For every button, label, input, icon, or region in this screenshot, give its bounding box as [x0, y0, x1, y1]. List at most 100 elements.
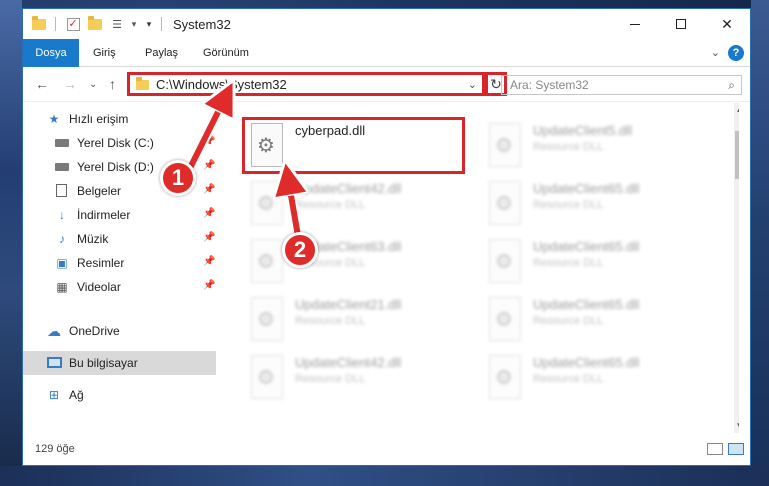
sidebar-item-music[interactable]: ♪ Müzik 📌: [23, 227, 216, 251]
file-item[interactable]: ⚙ UpdateClient5.dll Resource DLL: [485, 121, 715, 171]
forward-arrow-icon[interactable]: →: [63, 76, 77, 92]
file-item[interactable]: ⚙ UpdateClient63.dll Resource DLL: [247, 237, 477, 287]
pin-icon[interactable]: 📌: [203, 184, 215, 195]
videos-icon: ▦: [56, 280, 68, 294]
title-separator: [161, 17, 162, 31]
dll-file-icon: ⚙: [247, 179, 287, 227]
minimize-button[interactable]: [612, 9, 658, 39]
file-item[interactable]: ⚙ UpdateClient65.dll Resource DLL: [485, 353, 715, 403]
file-item[interactable]: ⚙ UpdateClient42.dll Resource DLL: [247, 179, 477, 229]
dll-file-icon: ⚙: [485, 237, 525, 285]
tab-gorunum[interactable]: Görünüm: [191, 39, 261, 67]
navigation-pane: ★ Hızlı erişim Yerel Disk (C:) 📌 Yerel D…: [23, 103, 216, 433]
pin-icon[interactable]: 📌: [203, 208, 215, 219]
file-type: Resource DLL: [533, 257, 604, 269]
file-list: ⚙ cyberpad.dll ⚙ UpdateClient42.dll Reso…: [217, 103, 739, 433]
dll-file-icon: ⚙: [485, 179, 525, 227]
address-path[interactable]: C:\Windows\System32: [156, 77, 287, 92]
file-type: Resource DLL: [295, 373, 366, 385]
file-type: Resource DLL: [295, 315, 366, 327]
file-name: UpdateClient21.dll: [295, 297, 402, 312]
maximize-button[interactable]: [658, 9, 704, 39]
scroll-up-icon[interactable]: ▲: [734, 105, 739, 114]
pictures-icon: ▣: [56, 256, 68, 270]
file-item[interactable]: ⚙ UpdateClient42.dll Resource DLL: [247, 353, 477, 403]
dll-file-icon: ⚙: [485, 121, 525, 169]
file-highlight-box: [242, 117, 465, 174]
file-type: Resource DLL: [533, 315, 604, 327]
dll-file-icon: ⚙: [247, 295, 287, 343]
title-bar: ✓ ☰ ▾ ▾ System32 ✕: [23, 9, 750, 39]
navigation-bar: ← → ⌄ ↑ C:\Windows\System32 ⌄ ↻ Ara: Sys…: [23, 68, 750, 102]
sidebar-item-videos[interactable]: ▦ Videolar 📌: [23, 275, 216, 299]
pin-icon[interactable]: 📌: [203, 136, 215, 147]
file-type: Resource DLL: [533, 141, 604, 153]
sidebar-item-label: Resimler: [77, 256, 125, 270]
dll-file-icon: ⚙: [485, 353, 525, 401]
scroll-down-icon[interactable]: ▼: [734, 421, 739, 430]
file-name: UpdateClient42.dll: [295, 355, 402, 370]
large-icons-view-icon[interactable]: [728, 443, 744, 455]
star-icon: ★: [48, 112, 60, 126]
search-placeholder[interactable]: Ara: System32: [510, 78, 589, 92]
expand-ribbon-icon[interactable]: ⌄: [711, 46, 720, 59]
sidebar-item-label: OneDrive: [69, 324, 120, 338]
pin-icon[interactable]: 📌: [203, 256, 215, 267]
sidebar-item-this-pc[interactable]: Bu bilgisayar: [23, 351, 216, 375]
vertical-scrollbar[interactable]: ▲ ▼: [734, 103, 739, 433]
properties-check-icon[interactable]: ✓: [65, 17, 81, 31]
download-icon: ↓: [59, 208, 65, 222]
back-arrow-icon[interactable]: ←: [35, 76, 49, 92]
pin-icon[interactable]: 📌: [203, 232, 215, 243]
dll-file-icon: ⚙: [247, 353, 287, 401]
tab-giris[interactable]: Giriş: [81, 39, 128, 67]
sidebar-item-quick-access[interactable]: ★ Hızlı erişim: [23, 107, 216, 131]
sidebar-item-drive-c[interactable]: Yerel Disk (C:) 📌: [23, 131, 216, 155]
minimize-icon: [630, 23, 640, 25]
address-folder-icon: [136, 77, 149, 90]
network-icon: ⊞: [48, 388, 60, 402]
desktop-background-right: [751, 0, 769, 486]
close-button[interactable]: ✕: [704, 9, 750, 39]
pin-icon[interactable]: 📌: [203, 160, 215, 171]
status-bar: 129 öğe: [23, 433, 750, 465]
sidebar-item-downloads[interactable]: ↓ İndirmeler 📌: [23, 203, 216, 227]
explorer-window: ✓ ☰ ▾ ▾ System32 ✕ Dosya Giriş Paylaş Gö…: [22, 8, 751, 466]
up-arrow-icon[interactable]: ↑: [109, 76, 116, 92]
sidebar-item-label: Hızlı erişim: [69, 112, 129, 126]
file-type: Resource DLL: [533, 199, 604, 211]
file-item[interactable]: ⚙ UpdateClient65.dll Resource DLL: [485, 237, 715, 287]
scrollbar-thumb[interactable]: [735, 131, 739, 179]
drive-icon: [55, 160, 69, 174]
pin-icon[interactable]: 📌: [203, 280, 215, 291]
step-2-badge: 2: [282, 232, 318, 268]
tab-paylas[interactable]: Paylaş: [133, 39, 190, 67]
search-box[interactable]: Ara: System32 ⌕: [501, 75, 742, 95]
help-icon[interactable]: ?: [728, 45, 744, 61]
address-dropdown-icon[interactable]: ⌄: [468, 78, 477, 91]
customize-toolbar-icon[interactable]: ☰: [109, 17, 125, 31]
sidebar-item-network[interactable]: ⊞ Ağ: [23, 383, 216, 407]
sidebar-item-label: Belgeler: [77, 184, 122, 198]
desktop-background-bottom: [0, 466, 769, 486]
file-name: UpdateClient42.dll: [295, 181, 402, 196]
details-view-icon[interactable]: [707, 443, 723, 455]
music-icon: ♪: [59, 232, 65, 246]
file-item[interactable]: ⚙ UpdateClient21.dll Resource DLL: [247, 295, 477, 345]
quick-access-menu-icon[interactable]: ▾: [141, 17, 157, 31]
tab-dosya[interactable]: Dosya: [23, 39, 79, 67]
file-item[interactable]: ⚙ UpdateClient65.dll Resource DLL: [485, 295, 715, 345]
file-name: UpdateClient65.dll: [533, 297, 640, 312]
documents-icon: [55, 184, 69, 198]
address-bar[interactable]: C:\Windows\System32 ⌄: [127, 72, 485, 96]
search-icon[interactable]: ⌕: [728, 78, 735, 93]
item-count: 129 öğe: [35, 443, 75, 455]
recent-locations-icon[interactable]: ⌄: [89, 79, 97, 90]
sidebar-item-pictures[interactable]: ▣ Resimler 📌: [23, 251, 216, 275]
sidebar-item-onedrive[interactable]: ☁ OneDrive: [23, 319, 216, 343]
dll-file-icon: ⚙: [485, 295, 525, 343]
toolbar-dropdown-icon[interactable]: ▾: [126, 17, 142, 31]
file-item[interactable]: ⚙ UpdateClient65.dll Resource DLL: [485, 179, 715, 229]
new-folder-icon[interactable]: [87, 15, 103, 31]
sidebar-item-label: Bu bilgisayar: [69, 356, 138, 370]
